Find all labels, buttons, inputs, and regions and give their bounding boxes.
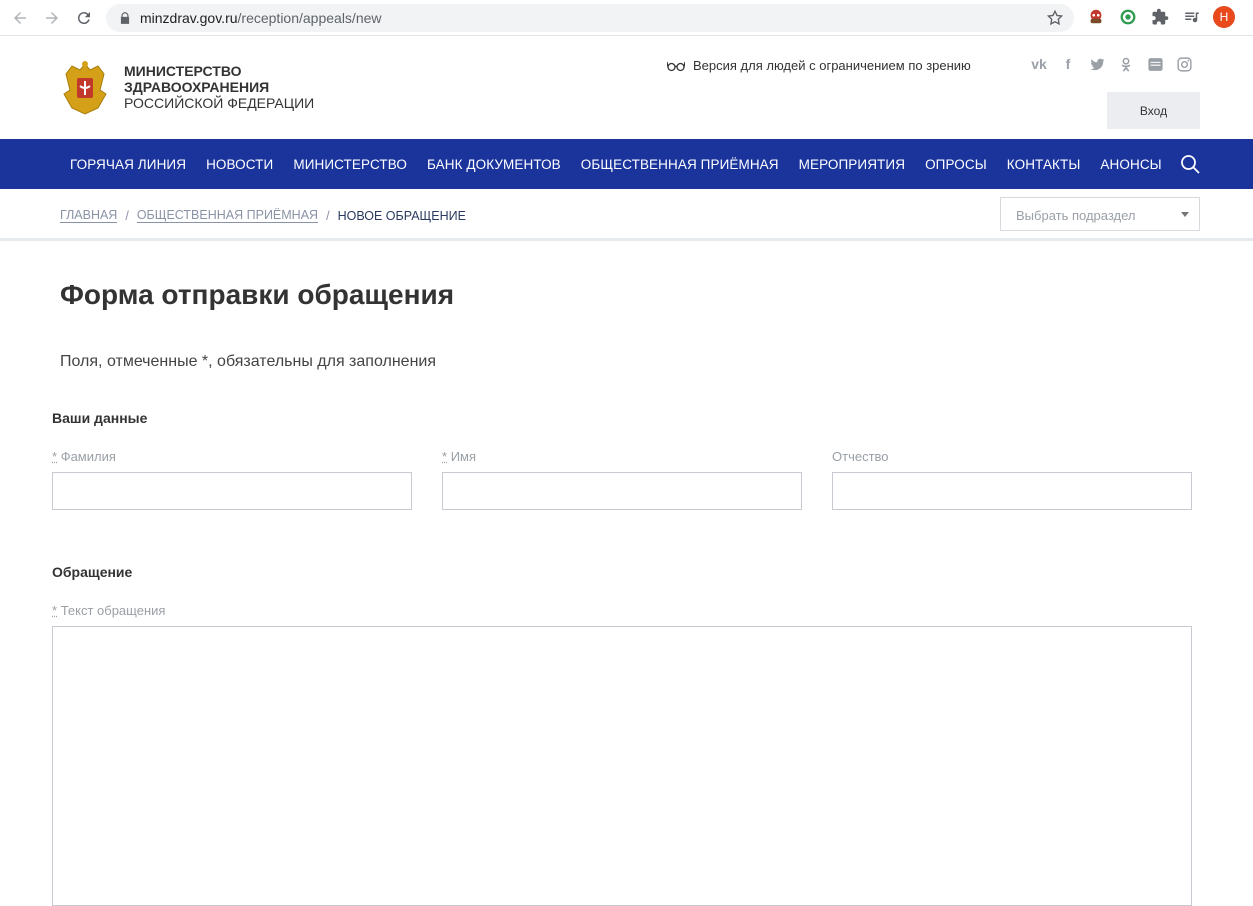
bookmark-star-icon[interactable] bbox=[1046, 9, 1064, 27]
social-links: vk f bbox=[1030, 55, 1193, 73]
surname-label: * Фамилия bbox=[52, 449, 116, 464]
reload-icon[interactable] bbox=[73, 7, 95, 29]
breadcrumb-current: НОВОЕ ОБРАЩЕНИЕ bbox=[338, 209, 466, 223]
glasses-icon bbox=[667, 60, 685, 72]
chevron-down-icon bbox=[1181, 212, 1189, 217]
breadcrumb-public-reception[interactable]: ОБЩЕСТВЕННАЯ ПРИЁМНАЯ bbox=[137, 208, 318, 223]
name-label: * Имя bbox=[442, 449, 476, 464]
ministry-line1: МИНИСТЕРСТВО bbox=[124, 63, 314, 79]
surname-label-text: Фамилия bbox=[61, 449, 116, 464]
profile-avatar[interactable]: H bbox=[1213, 6, 1235, 28]
breadcrumb-separator: / bbox=[125, 209, 128, 223]
subsection-select[interactable]: Выбрать подраздел bbox=[1000, 197, 1200, 231]
login-button[interactable]: Вход bbox=[1107, 92, 1200, 129]
required-mark: * bbox=[52, 449, 57, 464]
browser-toolbar: minzdrav.gov.ru/reception/appeals/new H bbox=[0, 0, 1253, 36]
nav-item-news[interactable]: НОВОСТИ bbox=[196, 157, 283, 172]
name-label-text: Имя bbox=[451, 449, 476, 464]
vk-icon[interactable]: vk bbox=[1030, 55, 1048, 73]
media-control-icon[interactable] bbox=[1182, 7, 1202, 27]
nav-item-events[interactable]: МЕРОПРИЯТИЯ bbox=[789, 157, 915, 172]
nav-item-ministry[interactable]: МИНИСТЕРСТВО bbox=[283, 157, 417, 172]
nav-item-public-reception[interactable]: ОБЩЕСТВЕННАЯ ПРИЁМНАЯ bbox=[571, 157, 789, 172]
nav-item-contacts[interactable]: КОНТАКТЫ bbox=[997, 157, 1091, 172]
subsection-select-placeholder: Выбрать подраздел bbox=[1016, 208, 1136, 223]
extension-circle-icon[interactable] bbox=[1118, 7, 1138, 27]
search-icon[interactable] bbox=[1180, 154, 1200, 174]
page-title: Форма отправки обращения bbox=[60, 279, 454, 311]
appeal-text-label-text: Текст обращения bbox=[61, 603, 166, 618]
ministry-line3: РОССИЙСКОЙ ФЕДЕРАЦИИ bbox=[124, 95, 314, 111]
patronymic-label: Отчество bbox=[832, 449, 889, 464]
extensions-puzzle-icon[interactable] bbox=[1150, 7, 1170, 27]
vision-link-label: Версия для людей с ограничением по зрени… bbox=[693, 58, 971, 73]
nav-item-documents[interactable]: БАНК ДОКУМЕНТОВ bbox=[417, 157, 571, 172]
section-your-data: Ваши данные bbox=[52, 410, 147, 426]
main-navigation: ГОРЯЧАЯ ЛИНИЯ НОВОСТИ МИНИСТЕРСТВО БАНК … bbox=[0, 139, 1253, 189]
instagram-icon[interactable] bbox=[1175, 55, 1193, 73]
patronymic-input[interactable] bbox=[832, 472, 1192, 510]
extension-spy-icon[interactable] bbox=[1086, 7, 1106, 27]
patronymic-label-text: Отчество bbox=[832, 449, 889, 464]
nav-item-surveys[interactable]: ОПРОСЫ bbox=[915, 157, 997, 172]
odnoklassniki-icon[interactable] bbox=[1117, 55, 1135, 73]
vision-impaired-link[interactable]: Версия для людей с ограничением по зрени… bbox=[667, 58, 971, 73]
appeal-text-label: * Текст обращения bbox=[52, 603, 165, 618]
surname-input[interactable] bbox=[52, 472, 412, 510]
nav-item-hotline[interactable]: ГОРЯЧАЯ ЛИНИЯ bbox=[60, 157, 196, 172]
youtube-icon[interactable] bbox=[1146, 55, 1164, 73]
address-bar[interactable]: minzdrav.gov.ru/reception/appeals/new bbox=[106, 4, 1074, 32]
name-input[interactable] bbox=[442, 472, 802, 510]
breadcrumb-separator: / bbox=[326, 209, 329, 223]
nav-list: ГОРЯЧАЯ ЛИНИЯ НОВОСТИ МИНИСТЕРСТВО БАНК … bbox=[60, 139, 1172, 189]
back-icon[interactable] bbox=[9, 7, 31, 29]
nav-item-announcements[interactable]: АНОНСЫ bbox=[1090, 157, 1171, 172]
forward-icon[interactable] bbox=[41, 7, 63, 29]
lock-icon bbox=[118, 11, 132, 25]
section-appeal: Обращение bbox=[52, 564, 132, 580]
coat-of-arms-logo[interactable] bbox=[60, 60, 110, 116]
twitter-icon[interactable] bbox=[1088, 55, 1106, 73]
ministry-name[interactable]: МИНИСТЕРСТВО ЗДРАВООХРАНЕНИЯ РОССИЙСКОЙ … bbox=[124, 63, 314, 111]
appeal-text-area[interactable] bbox=[52, 626, 1192, 906]
breadcrumb-home[interactable]: ГЛАВНАЯ bbox=[60, 208, 117, 223]
site-header: МИНИСТЕРСТВО ЗДРАВООХРАНЕНИЯ РОССИЙСКОЙ … bbox=[0, 37, 1253, 139]
facebook-icon[interactable]: f bbox=[1059, 55, 1077, 73]
header-divider bbox=[0, 238, 1253, 241]
required-mark: * bbox=[442, 449, 447, 464]
required-fields-note: Поля, отмеченные *, обязательны для запо… bbox=[60, 353, 436, 371]
breadcrumb: ГЛАВНАЯ / ОБЩЕСТВЕННАЯ ПРИЁМНАЯ / НОВОЕ … bbox=[60, 208, 466, 223]
url-text: minzdrav.gov.ru/reception/appeals/new bbox=[140, 10, 382, 26]
ministry-line2: ЗДРАВООХРАНЕНИЯ bbox=[124, 79, 314, 95]
required-mark: * bbox=[52, 603, 57, 618]
